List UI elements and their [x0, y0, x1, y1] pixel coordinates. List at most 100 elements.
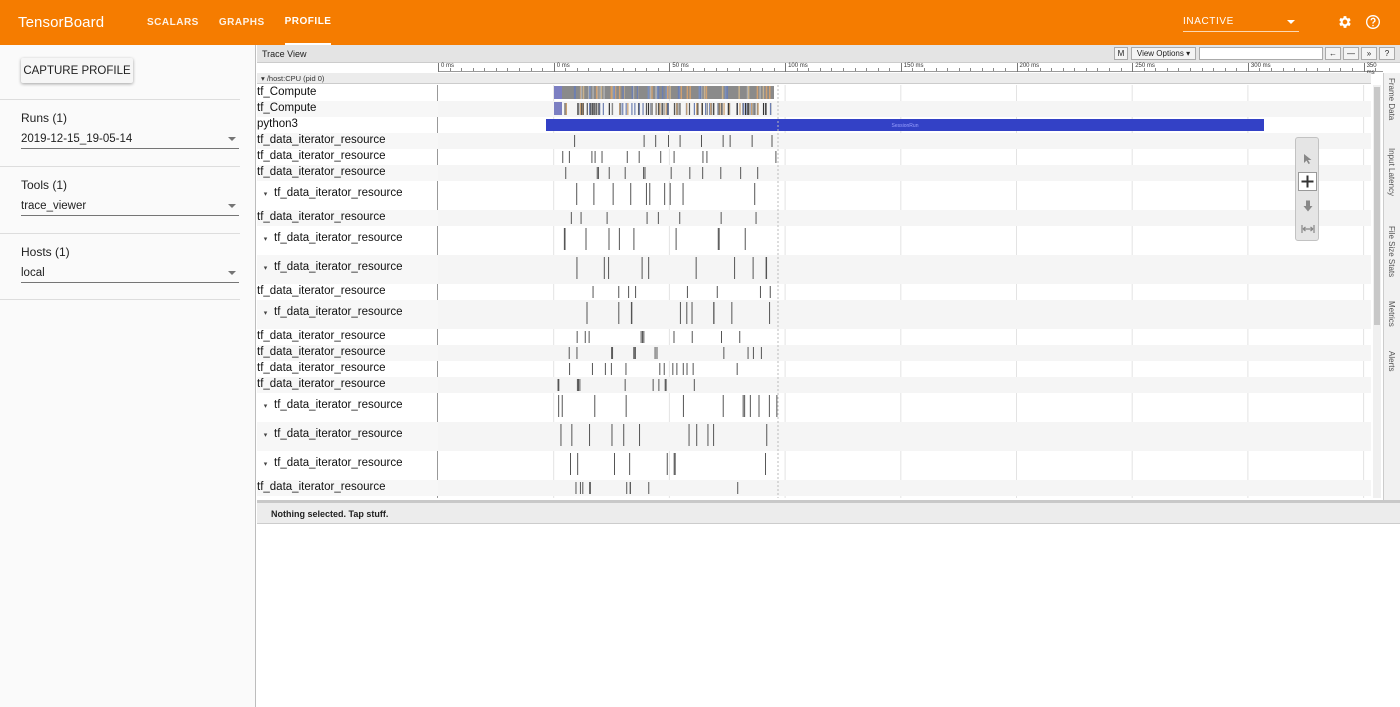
ruler-minor-tick [1085, 68, 1087, 71]
track-label[interactable]: ▾ tf_data_iterator_resource [257, 261, 403, 273]
compute-slice [677, 86, 680, 99]
runs-dropdown[interactable]: 2019-12-15_19-05-14 [21, 130, 239, 149]
capture-profile-button[interactable]: CAPTURE PROFILE [21, 58, 133, 83]
track-label-text: tf_data_iterator_resource [257, 211, 386, 223]
compute-slice [747, 86, 750, 99]
side-tab[interactable]: Frame Data [1387, 78, 1396, 120]
find-prev-button[interactable]: ← [1325, 47, 1341, 60]
ruler-minor-tick [1340, 68, 1342, 71]
track-row-bg [438, 300, 1371, 329]
track-label[interactable]: ▾ tf_data_iterator_resource [257, 457, 403, 469]
ruler-minor-tick [1062, 68, 1064, 71]
ruler-minor-tick [576, 68, 578, 71]
scrollbar-thumb[interactable] [1374, 87, 1380, 325]
view-options-button[interactable]: View Options ▾ [1131, 47, 1196, 60]
expand-arrow-icon[interactable]: ▾ [257, 402, 274, 410]
ruler-minor-tick [680, 68, 682, 71]
compute-slice [721, 86, 724, 99]
metadata-button[interactable]: M [1114, 47, 1128, 60]
compute-slice [705, 103, 707, 115]
hosts-dropdown[interactable]: local [21, 264, 239, 283]
ruler-minor-tick [1294, 68, 1296, 71]
process-header[interactable]: ▾ /host:CPU (pid 0) [257, 73, 1371, 84]
ruler-minor-tick [692, 68, 694, 71]
compute-slice [589, 86, 591, 99]
compute-slice [669, 86, 671, 99]
track-label: tf_data_iterator_resource [257, 378, 386, 390]
expand-arrow-icon[interactable]: ▾ [257, 309, 274, 317]
ruler-minor-tick [1109, 68, 1111, 71]
timing-mode-icon[interactable] [1298, 219, 1317, 238]
compute-slice [594, 103, 596, 115]
compute-slice [573, 86, 576, 99]
app-title[interactable]: TensorBoard [18, 14, 147, 31]
tab-profile[interactable]: PROFILE [284, 0, 332, 45]
side-tab[interactable]: Alerts [1387, 351, 1396, 371]
compute-slice [726, 86, 729, 99]
zoom-mode-icon[interactable] [1298, 196, 1317, 215]
track-row-bg [438, 165, 1371, 181]
track-label: tf_Compute [257, 86, 316, 98]
side-tab[interactable]: Metrics [1387, 301, 1396, 327]
find-clear-button[interactable]: — [1343, 47, 1359, 60]
tab-graphs[interactable]: GRAPHS [219, 0, 265, 45]
tab-scalars[interactable]: SCALARS [147, 0, 199, 45]
ruler-minor-tick [518, 68, 520, 71]
expand-arrow-icon[interactable]: ▾ [257, 190, 274, 198]
timeline-canvas[interactable]: SessionRun [438, 85, 1371, 498]
track-label[interactable]: ▾ tf_data_iterator_resource [257, 232, 403, 244]
help-button[interactable]: ? [1379, 47, 1395, 60]
track-label[interactable]: ▾ tf_data_iterator_resource [257, 306, 403, 318]
compute-slice [618, 86, 621, 99]
pan-mode-icon[interactable] [1298, 172, 1317, 191]
compute-slice [665, 86, 667, 99]
compute-slice [724, 86, 727, 99]
find-next-button[interactable]: » [1361, 47, 1377, 60]
expand-arrow-icon[interactable]: ▾ [257, 235, 274, 243]
hosts-value: local [21, 267, 45, 279]
track-label-text: tf_data_iterator_resource [274, 306, 403, 318]
compute-slice [769, 103, 772, 115]
ruler-minor-tick [1352, 68, 1354, 71]
track-label[interactable]: ▾ tf_data_iterator_resource [257, 187, 403, 199]
chevron-down-icon [228, 137, 236, 141]
ruler-minor-tick [461, 68, 463, 71]
expand-arrow-icon[interactable]: ▾ [257, 460, 274, 468]
ruler-minor-tick [1028, 68, 1030, 71]
plugin-status-dropdown[interactable]: INACTIVE [1183, 12, 1299, 32]
compute-slice [582, 86, 585, 99]
help-icon[interactable] [1364, 13, 1382, 31]
track-row-bg [438, 377, 1371, 393]
tools-label: Tools (1) [21, 178, 68, 192]
side-tab[interactable]: File Size Stats [1387, 226, 1396, 277]
ruler-minor-tick [588, 68, 590, 71]
track-label[interactable]: ▾ tf_data_iterator_resource [257, 399, 403, 411]
track-label: tf_data_iterator_resource [257, 481, 386, 493]
expand-arrow-icon[interactable]: ▾ [257, 431, 274, 439]
ruler-minor-tick [634, 68, 636, 71]
ruler-minor-tick [773, 68, 775, 71]
vertical-scrollbar[interactable] [1373, 85, 1381, 498]
trace-viewer: Trace View M View Options ▾ ← — » ? 0 ms… [257, 45, 1400, 707]
compute-slice [686, 86, 689, 99]
track-label-text: tf_data_iterator_resource [257, 166, 386, 178]
track-labels: tf_Compute tf_Compute python3 tf_data_itera… [257, 85, 438, 498]
compute-slice [580, 103, 582, 115]
ruler-minor-tick [484, 68, 486, 71]
runs-label: Runs (1) [21, 111, 68, 125]
side-tab[interactable]: Input Latency [1387, 148, 1396, 196]
ruler-minor-tick [715, 68, 717, 71]
tools-dropdown[interactable]: trace_viewer [21, 197, 239, 216]
ruler-minor-tick [866, 68, 868, 71]
track-label-text: tf_data_iterator_resource [274, 457, 403, 469]
compute-slice [647, 86, 650, 99]
compute-slice [706, 103, 708, 115]
settings-gear-icon[interactable] [1336, 13, 1354, 31]
trace-search-input[interactable] [1199, 47, 1323, 60]
track-label: tf_data_iterator_resource [257, 285, 386, 297]
track-label[interactable]: ▾ tf_data_iterator_resource [257, 428, 403, 440]
compute-slice [744, 103, 747, 115]
track-label: tf_Compute [257, 102, 316, 114]
expand-arrow-icon[interactable]: ▾ [257, 264, 274, 272]
select-mode-icon[interactable] [1298, 149, 1317, 168]
